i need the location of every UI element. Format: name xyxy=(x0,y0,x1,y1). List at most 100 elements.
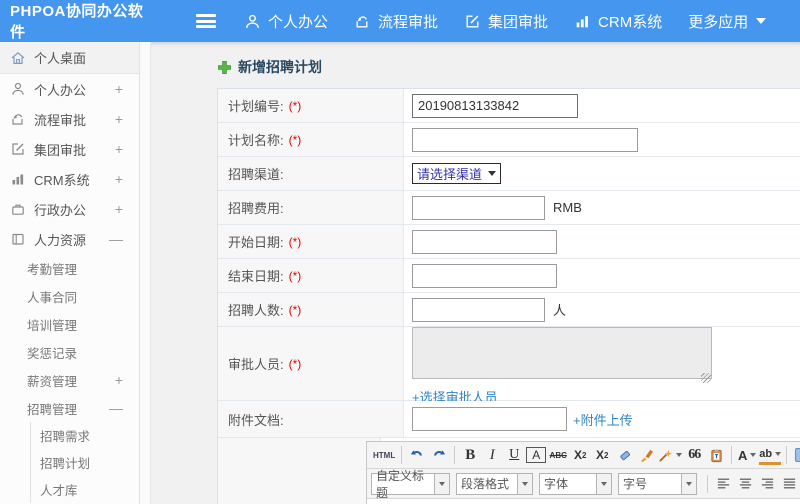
font-color-button[interactable]: A xyxy=(737,445,757,465)
chart-icon xyxy=(574,13,591,30)
sidebar-item-recruit-manage[interactable]: 招聘管理 — xyxy=(0,394,139,422)
sidebar-scrollbar[interactable] xyxy=(140,42,151,504)
bold-button[interactable]: B xyxy=(460,445,480,465)
sidebar-item-crm-system[interactable]: CRM系统 + xyxy=(0,164,139,194)
sidebar-item-label: 人才库 xyxy=(40,484,78,498)
sidebar-item-admin-office[interactable]: 行政办公 + xyxy=(0,194,139,224)
sidebar-item-label: 考勤管理 xyxy=(27,262,78,277)
nav-workflow-approval[interactable]: 流程审批 xyxy=(354,11,438,32)
nav-personal-office[interactable]: 个人办公 xyxy=(244,11,328,32)
sidebar-item-human-resources[interactable]: 人力资源 — xyxy=(0,224,139,254)
fee-input[interactable] xyxy=(412,195,545,220)
sidebar-item-label: 培训管理 xyxy=(27,318,78,333)
field-label: 招聘渠道: xyxy=(228,167,284,182)
caret-down-icon xyxy=(750,453,757,457)
underline-button[interactable]: U xyxy=(504,445,524,465)
sidebar-item-rewards[interactable]: 奖惩记录 xyxy=(0,338,139,366)
undo-icon[interactable] xyxy=(407,445,427,465)
end-date-input[interactable] xyxy=(412,263,557,288)
boxed-a-button[interactable]: A xyxy=(526,447,547,463)
form-row-attachment: 附件文档: +附件上传 xyxy=(218,401,800,438)
recruit-submenu: 招聘需求 招聘计划 人才库 xyxy=(30,422,139,503)
form-row-content-editor: HTML B I U A ABC X 2 X 2 66 A ab 自定义标题 段… xyxy=(218,438,800,504)
nav-more-apps[interactable]: 更多应用 xyxy=(688,11,767,32)
heading-combo[interactable]: 自定义标题 xyxy=(371,469,450,500)
menu-icon[interactable] xyxy=(196,14,216,28)
required-mark: (*) xyxy=(288,234,302,249)
expand-plus-icon[interactable]: + xyxy=(115,201,129,217)
toolbar-separator xyxy=(401,446,403,464)
sidebar-item-recruit-plan[interactable]: 招聘计划 xyxy=(31,449,139,476)
sidebar-item-label: 人力资源 xyxy=(34,232,87,248)
combo-caret-button[interactable] xyxy=(597,472,612,495)
sidebar-item-talent-pool[interactable]: 人才库 xyxy=(31,476,139,503)
resize-grip-icon[interactable] xyxy=(701,372,711,383)
align-right-icon[interactable] xyxy=(757,474,777,494)
paragraph-combo-value: 段落格式 xyxy=(456,472,518,495)
font-family-combo[interactable]: 字体 xyxy=(539,472,612,495)
sidebar-item-attendance[interactable]: 考勤管理 xyxy=(0,254,139,282)
subscript-button[interactable]: X2 xyxy=(592,445,612,465)
page-title-text: 新增招聘计划 xyxy=(238,59,322,75)
expand-plus-icon[interactable]: + xyxy=(115,81,129,97)
magic-wand-icon[interactable] xyxy=(658,445,683,465)
editor-content-area[interactable] xyxy=(367,499,800,504)
attachment-upload-link[interactable]: +附件上传 xyxy=(573,410,633,429)
sidebar-item-workflow-approval[interactable]: 流程审批 + xyxy=(0,104,139,134)
html-source-button[interactable]: HTML xyxy=(372,445,396,465)
combo-caret-button[interactable] xyxy=(682,472,697,495)
brush-icon[interactable] xyxy=(636,445,656,465)
field-label: 审批人员: xyxy=(228,357,284,372)
briefcase-icon xyxy=(10,201,26,217)
sidebar-item-personal-desktop[interactable]: 个人桌面 xyxy=(0,42,139,74)
approver-textarea[interactable] xyxy=(412,326,712,379)
blockquote-button[interactable]: 66 xyxy=(684,445,704,465)
sidebar-item-training[interactable]: 培训管理 xyxy=(0,310,139,338)
clipped-icon[interactable] xyxy=(792,445,800,465)
sidebar-item-label: 个人桌面 xyxy=(34,51,87,66)
fee-unit-label: RMB xyxy=(553,200,582,215)
paste-icon[interactable] xyxy=(706,445,726,465)
strikethrough-button[interactable]: ABC xyxy=(548,445,568,465)
sidebar-item-personal-office[interactable]: 个人办公 + xyxy=(0,74,139,104)
superscript-button[interactable]: X2 xyxy=(570,445,590,465)
plan-name-input[interactable] xyxy=(412,127,638,152)
italic-button[interactable]: I xyxy=(482,445,502,465)
redo-icon[interactable] xyxy=(429,445,449,465)
start-date-input[interactable] xyxy=(412,229,557,254)
nav-crm-system[interactable]: CRM系统 xyxy=(574,11,662,32)
font-size-combo-value: 字号 xyxy=(618,472,682,495)
sidebar-item-group-approval[interactable]: 集团审批 + xyxy=(0,134,139,164)
font-size-combo[interactable]: 字号 xyxy=(618,472,697,495)
combo-caret-button[interactable] xyxy=(518,472,533,495)
caret-down-icon xyxy=(756,18,767,24)
collapse-minus-icon[interactable]: — xyxy=(109,231,129,247)
sidebar-item-recruit-demand[interactable]: 招聘需求 xyxy=(31,422,139,449)
eraser-icon[interactable] xyxy=(614,445,634,465)
attachment-input[interactable] xyxy=(412,407,567,431)
sidebar-item-label: CRM系统 xyxy=(34,172,90,188)
combo-caret-button[interactable] xyxy=(435,472,450,495)
paragraph-combo[interactable]: 段落格式 xyxy=(456,472,533,495)
collapse-minus-icon[interactable]: — xyxy=(109,400,139,416)
headcount-input[interactable] xyxy=(412,297,545,322)
align-left-icon[interactable] xyxy=(713,474,733,494)
expand-plus-icon[interactable]: + xyxy=(115,111,129,127)
align-justify-icon[interactable] xyxy=(779,474,799,494)
sidebar-item-label: 人事合同 xyxy=(27,290,78,305)
form-row-channel: 招聘渠道: 请选择渠道 xyxy=(218,157,800,191)
heading-combo-value: 自定义标题 xyxy=(371,469,435,500)
nav-group-approval[interactable]: 集团审批 xyxy=(464,11,548,32)
expand-plus-icon[interactable]: + xyxy=(115,171,129,187)
sidebar-item-hr-contract[interactable]: 人事合同 xyxy=(0,282,139,310)
highlight-color-button[interactable]: ab xyxy=(759,445,782,465)
expand-plus-icon[interactable]: + xyxy=(115,141,129,157)
channel-select[interactable]: 请选择渠道 xyxy=(412,163,502,184)
nav-label: 个人办公 xyxy=(268,13,329,31)
align-center-icon[interactable] xyxy=(735,474,755,494)
sidebar-item-salary[interactable]: 薪资管理 + xyxy=(0,366,139,394)
caret-down-icon xyxy=(601,481,607,486)
nav-label: 流程审批 xyxy=(378,13,439,31)
expand-plus-icon[interactable]: + xyxy=(115,372,139,388)
plan-no-input[interactable] xyxy=(412,93,578,118)
